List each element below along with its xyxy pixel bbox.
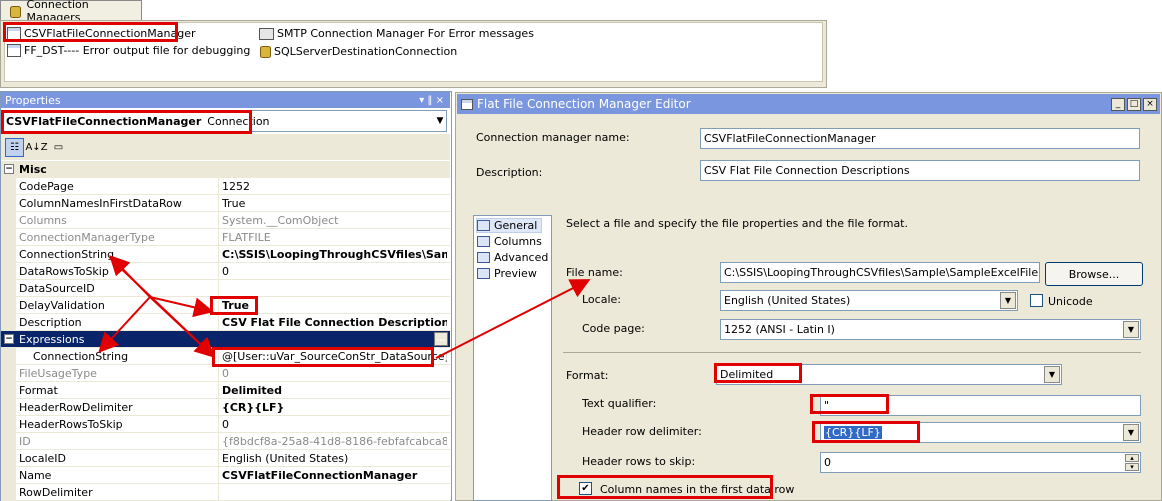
arrow <box>109 257 215 358</box>
annotation-arrows <box>98 255 591 359</box>
arrow <box>435 279 591 359</box>
arrow <box>98 296 151 353</box>
arrow-group <box>98 255 591 359</box>
